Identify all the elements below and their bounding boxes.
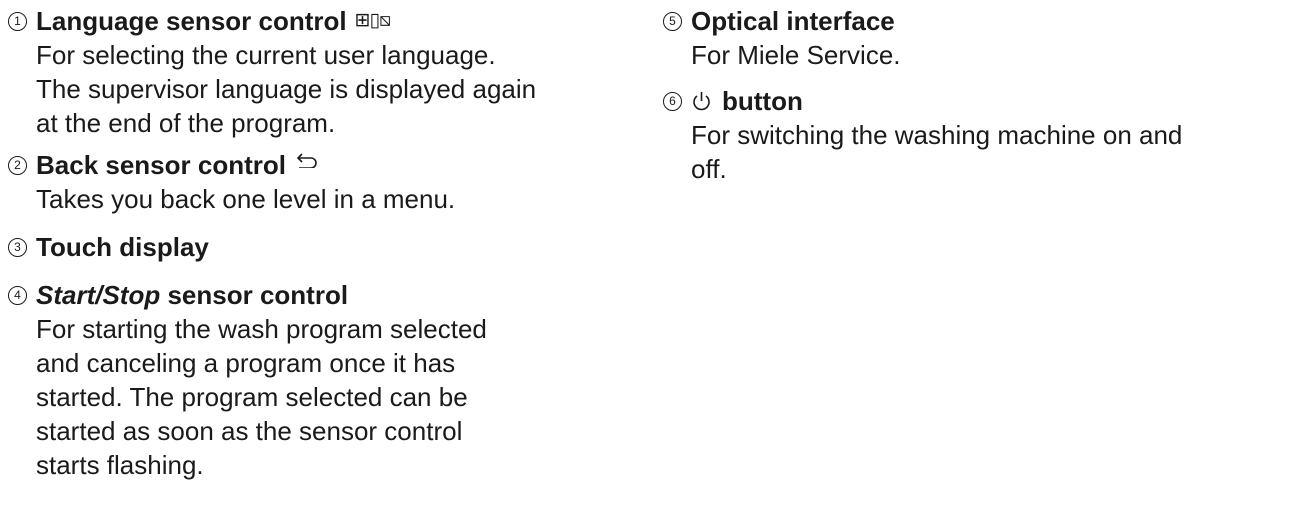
item-description: Takes you back one level in a menu.: [36, 184, 456, 214]
item-number-1: 1: [8, 12, 27, 32]
power-icon: [693, 92, 710, 111]
item-title: button: [691, 84, 803, 118]
item-title: Touch display: [36, 232, 209, 262]
item-description: For switching the washing machine on and…: [691, 120, 1183, 184]
item-number-3: 3: [8, 238, 27, 258]
item-title: Start/Stop sensor control: [36, 280, 349, 310]
back-arrow-icon: [296, 153, 317, 168]
item-number-2: 2: [8, 156, 27, 176]
item-description: For starting the wash program selected a…: [36, 314, 487, 480]
flags-icon: ⊞▯⧅: [354, 10, 391, 31]
item-number-4: 4: [8, 286, 27, 306]
document-page: 1 Language sensor control ⊞▯⧅ For selecti…: [0, 0, 1313, 510]
item-number-6: 6: [663, 92, 682, 112]
item-description: For selecting the current user language.…: [36, 40, 537, 138]
item-title: Language sensor control ⊞▯⧅: [36, 6, 391, 36]
item-description: For Miele Service.: [691, 40, 901, 70]
item-title: Back sensor control: [36, 148, 318, 182]
item-number-5: 5: [663, 12, 682, 32]
item-title: Optical interface: [691, 6, 895, 36]
